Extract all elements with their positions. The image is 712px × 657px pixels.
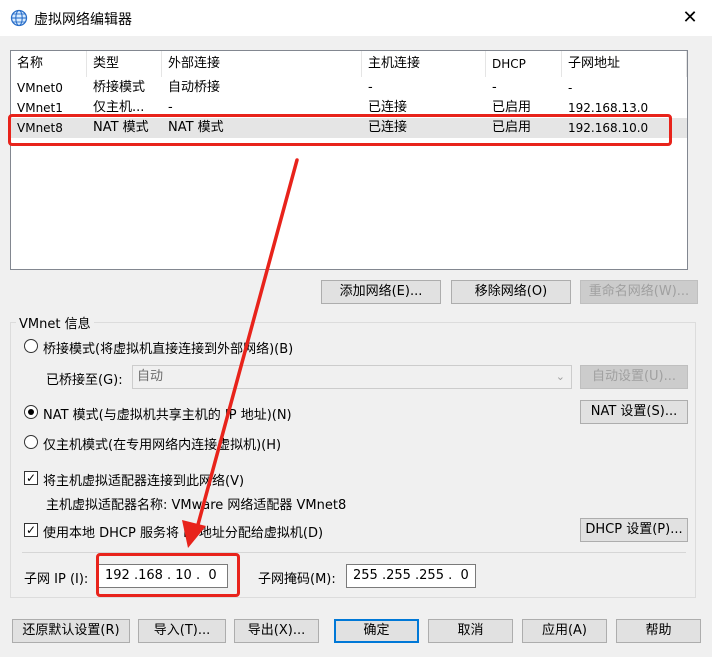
cell-name: VMnet0	[17, 81, 63, 95]
connect-adapter-label[interactable]: 将主机虚拟适配器连接到此网络(V)	[43, 470, 244, 489]
connect-adapter-checkbox[interactable]: ✓	[24, 471, 38, 485]
annotation-highlight-row	[8, 114, 672, 146]
host-only-label[interactable]: 仅主机模式(在专用网络内连接虚拟机)(H)	[43, 434, 281, 453]
window-title: 虚拟网络编辑器	[34, 12, 132, 28]
column-header-host[interactable]: 主机连接	[362, 51, 486, 77]
cell-type: 桥接模式	[93, 80, 146, 95]
nat-mode-radio[interactable]	[24, 405, 38, 419]
column-header-dhcp[interactable]: DHCP	[486, 51, 562, 77]
adapter-name-text: 主机虚拟适配器名称: VMware 网络适配器 VMnet8	[46, 498, 347, 513]
apply-button[interactable]: 应用(A)	[522, 619, 607, 643]
chevron-down-icon: ⌄	[555, 370, 565, 383]
column-header-type[interactable]: 类型	[87, 51, 162, 77]
subnet-mask-label: 子网掩码(M):	[258, 572, 336, 587]
help-button[interactable]: 帮助	[616, 619, 701, 643]
table-row[interactable]: VMnet0 桥接模式 自动桥接 - - -	[11, 78, 687, 98]
remove-network-button[interactable]: 移除网络(O)	[451, 280, 571, 304]
rename-network-button[interactable]: 重命名网络(W)...	[580, 280, 698, 304]
vmnet-info-label: VMnet 信息	[16, 313, 94, 332]
cell-dhcp: -	[492, 80, 497, 95]
bridged-to-select[interactable]: 自动 ⌄	[132, 365, 572, 389]
cell-host: -	[368, 80, 373, 95]
bridged-mode-radio[interactable]	[24, 339, 38, 353]
auto-settings-button[interactable]: 自动设置(U)...	[580, 365, 688, 389]
close-icon[interactable]: ✕	[672, 4, 708, 32]
nat-mode-label[interactable]: NAT 模式(与虚拟机共享主机的 IP 地址)(N)	[43, 404, 292, 423]
export-button[interactable]: 导出(X)...	[234, 619, 319, 643]
bridged-to-value: 自动	[137, 369, 164, 384]
list-header: 名称 类型 外部连接 主机连接 DHCP 子网地址	[11, 51, 687, 77]
restore-defaults-button[interactable]: 还原默认设置(R)	[12, 619, 130, 643]
bridged-to-label: 已桥接至(G):	[46, 373, 123, 388]
nat-settings-button[interactable]: NAT 设置(S)...	[580, 400, 688, 424]
column-header-subnet[interactable]: 子网地址	[562, 51, 687, 77]
use-dhcp-checkbox[interactable]: ✓	[24, 523, 38, 537]
bridged-mode-label[interactable]: 桥接模式(将虚拟机直接连接到外部网络)(B)	[43, 338, 293, 357]
globe-icon	[10, 9, 28, 27]
network-list[interactable]: 名称 类型 外部连接 主机连接 DHCP 子网地址 VMnet0 桥接模式 自动…	[10, 50, 688, 270]
title-bar: 虚拟网络编辑器 ✕	[0, 0, 712, 36]
cell-subnet: -	[568, 81, 573, 95]
annotation-highlight-subnet	[96, 553, 240, 597]
import-button[interactable]: 导入(T)...	[138, 619, 226, 643]
use-dhcp-label[interactable]: 使用本地 DHCP 服务将 IP 地址分配给虚拟机(D)	[43, 522, 323, 541]
dhcp-settings-button[interactable]: DHCP 设置(P)...	[580, 518, 688, 542]
column-header-external[interactable]: 外部连接	[162, 51, 362, 77]
cancel-button[interactable]: 取消	[428, 619, 513, 643]
column-header-name[interactable]: 名称	[11, 51, 87, 77]
cell-external: 自动桥接	[168, 80, 221, 95]
subnet-ip-label: 子网 IP (I):	[24, 572, 89, 587]
add-network-button[interactable]: 添加网络(E)...	[321, 280, 441, 304]
ok-button[interactable]: 确定	[334, 619, 419, 643]
subnet-mask-input[interactable]: 255 .255 .255 . 0	[346, 564, 476, 588]
host-only-radio[interactable]	[24, 435, 38, 449]
